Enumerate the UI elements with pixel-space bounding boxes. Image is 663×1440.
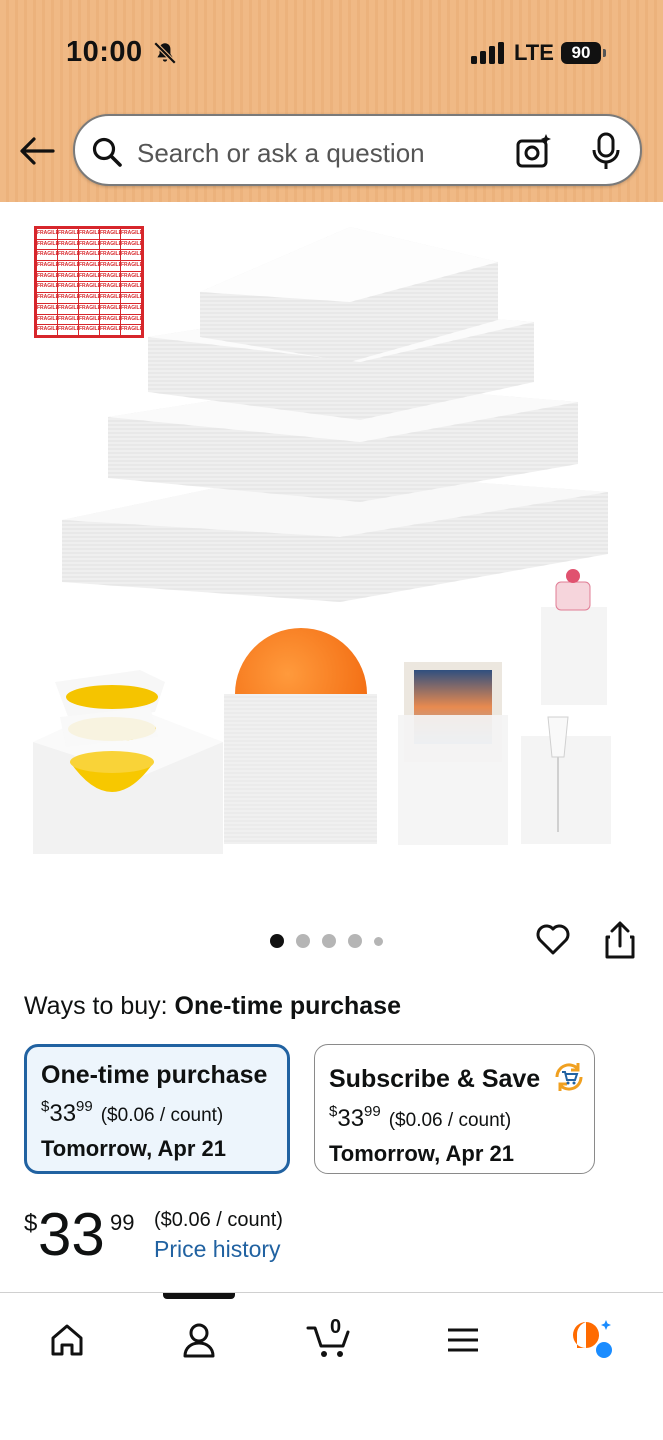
option-price: $3399 ($0.06 / count) [41,1098,224,1127]
option-title: Subscribe & Save [329,1059,583,1095]
carousel-dot[interactable] [374,936,383,946]
option-delivery: Tomorrow, Apr 21 [329,1141,514,1166]
heart-icon[interactable] [534,920,572,958]
search-bar[interactable]: Search or ask a question [73,114,642,186]
battery-icon: 90 [561,42,601,64]
header: 10:00 LTE 90 Search or ask a question [0,0,663,202]
ways-to-buy-label: Ways to buy: [24,992,168,1020]
camera-lens-icon[interactable] [515,132,553,170]
option-price: $3399 ($0.06 / count) [329,1103,512,1132]
alexa-rufus-icon[interactable] [570,1318,614,1362]
foam-sheets-illustration [33,227,611,854]
carousel-dot[interactable] [322,934,336,948]
bottom-nav [0,1292,663,1440]
price-history-link[interactable]: Price history [154,1236,281,1263]
carousel-dot[interactable] [296,934,310,948]
carousel-dots[interactable] [270,933,383,949]
back-button[interactable] [16,130,58,172]
signal-icon [471,42,504,64]
home-icon[interactable] [45,1318,89,1362]
cart-count: 0 [330,1316,342,1338]
option-delivery: Tomorrow, Apr 21 [41,1136,226,1161]
status-bar: 10:00 LTE 90 [0,0,663,108]
ways-to-buy-selected: One-time purchase [174,992,401,1020]
carousel-dot[interactable] [270,934,284,948]
cart-button[interactable]: 0 [306,1316,358,1362]
subscribe-cart-icon [555,1063,583,1091]
network-type: LTE [514,40,554,65]
ways-to-buy: Ways to buy: One-time purchase [24,992,401,1021]
arrow-left-icon [20,137,55,165]
search-input[interactable]: Search or ask a question [137,138,425,169]
product-image[interactable]: FRAGILE FRAGILE FRAGILE FRAGILE FRAGILE FRAG… [0,202,663,902]
option-title: One-time purchase [41,1061,268,1089]
option-subscribe-save[interactable]: Subscribe & Save $3399 ($0.06 / count) To… [314,1044,595,1174]
bell-muted-icon [153,41,177,65]
battery-tip [603,49,606,57]
account-icon[interactable] [177,1318,221,1362]
search-icon [92,137,122,167]
menu-icon[interactable] [441,1318,485,1362]
option-one-time-purchase[interactable]: One-time purchase $3399 ($0.06 / count) T… [24,1044,290,1174]
unit-price: ($0.06 / count) [154,1209,283,1231]
status-time: 10:00 [66,36,143,68]
nav-active-indicator [163,1293,235,1299]
share-icon[interactable] [602,920,638,960]
carousel-dot[interactable] [348,934,362,948]
microphone-icon[interactable] [589,131,623,171]
